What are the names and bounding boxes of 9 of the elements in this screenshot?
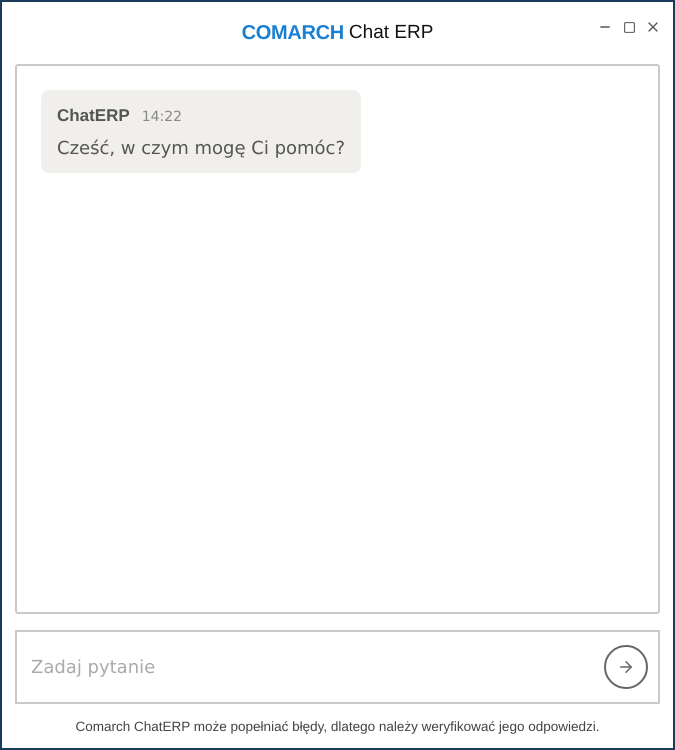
message-author: ChatERP [57, 106, 130, 126]
arrow-right-icon [617, 658, 635, 676]
message-text: Cześć, w czym mogę Ci pomóc? [57, 138, 345, 159]
brand-logo: COMARCH [242, 22, 344, 44]
window-title: Chat ERP [348, 22, 434, 44]
maximize-icon [622, 20, 636, 34]
question-field[interactable]: Zadaj pytanie [15, 630, 660, 704]
message-time: 14:22 [142, 109, 182, 125]
disclaimer-text: Comarch ChatERP może popełniać błędy, dlatego należy weryfikować jego odpowiedzi. [75, 718, 600, 734]
